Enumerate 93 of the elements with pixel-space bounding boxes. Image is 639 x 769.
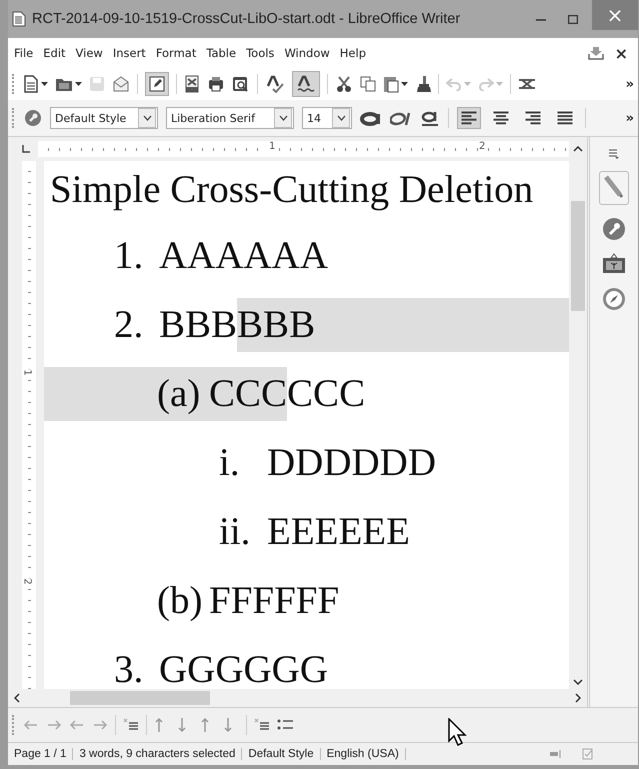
ruler-number: 2 (478, 141, 486, 152)
picture-frame-icon[interactable] (602, 253, 626, 275)
italic-icon[interactable] (390, 110, 412, 126)
language: English (USA) (320, 748, 406, 760)
formatting-marks-icon[interactable] (518, 77, 536, 91)
menu-item[interactable]: Edit (43, 46, 66, 60)
print-preview-icon[interactable] (232, 76, 250, 92)
ruler-number: 1 (22, 369, 33, 376)
list-item-text: CCC (287, 370, 366, 416)
more-button[interactable]: » (626, 110, 634, 126)
list-number: 1. (114, 232, 144, 278)
font-size-dropdown[interactable]: 14 (302, 107, 352, 129)
menu-item[interactable]: Format (156, 46, 196, 60)
scroll-left-icon[interactable] (14, 693, 20, 703)
folder-icon[interactable] (55, 76, 73, 92)
more-button[interactable]: » (626, 76, 634, 92)
copy-icon[interactable] (360, 76, 376, 92)
menu-item[interactable]: Help (340, 46, 366, 60)
menu-item[interactable]: Table (206, 46, 236, 60)
close-document-button[interactable]: × (614, 44, 628, 62)
caret-icon[interactable] (75, 82, 82, 86)
ruler-number: 2 (22, 578, 33, 585)
scroll-down-icon[interactable] (573, 679, 583, 685)
menu-item[interactable]: View (76, 46, 103, 60)
word-count: 3 words, 9 characters selected (73, 748, 242, 760)
menu-item[interactable]: Insert (112, 46, 146, 60)
paragraph-style-dropdown[interactable]: Default Style (50, 107, 158, 129)
auto-spellcheck-icon (296, 75, 316, 93)
menu-icon[interactable] (609, 149, 619, 159)
page-style: Default Style (242, 748, 321, 760)
align-justify-icon (557, 111, 573, 125)
ruler-number: 1 (268, 141, 276, 152)
tab-stop-icon[interactable] (22, 145, 30, 153)
mouse-pointer-icon (448, 718, 468, 746)
align-center-icon (493, 111, 509, 125)
bullet-list-settings-icon[interactable] (277, 718, 295, 732)
auto-spellcheck-button[interactable] (292, 71, 320, 97)
page-count: Page 1 / 1 (8, 748, 74, 760)
new-document-icon[interactable] (23, 75, 39, 93)
chevron-down-icon (278, 115, 288, 121)
font-name-dropdown[interactable]: Liberation Serif (166, 107, 294, 129)
scroll-right-icon[interactable] (575, 693, 581, 703)
properties-button[interactable] (599, 171, 629, 205)
chevron-down-icon (336, 115, 346, 121)
pdf-icon[interactable] (184, 75, 200, 93)
clipboard-icon[interactable] (383, 75, 399, 93)
bold-icon[interactable] (360, 110, 382, 126)
menu-item[interactable]: Tools (246, 46, 274, 60)
window-title: RCT-2014-09-10-1519-CrossCut-LibO-start.odt - LibreOffice Writer (32, 11, 462, 27)
list-item-text: FFFFFF (209, 578, 340, 624)
list-number: (b) (157, 578, 204, 624)
spellcheck-icon[interactable] (265, 75, 285, 93)
align-left-icon (461, 111, 477, 125)
list-item-text: DDDDDD (267, 440, 436, 486)
edit-mode-button[interactable] (145, 72, 169, 96)
selected-text: BBB (237, 298, 316, 352)
pencil-icon (149, 76, 165, 92)
document-icon (12, 11, 26, 27)
document-heading: Simple Cross-Cutting Deletion (49, 167, 534, 213)
list-item-text: BBB (159, 302, 238, 348)
list-item-text: EEEEEE (267, 508, 410, 554)
minimize-button[interactable]: − (528, 4, 554, 34)
close-button[interactable]: × (592, 0, 638, 30)
menu-item[interactable]: Window (284, 46, 330, 60)
selected-text: CCC (209, 366, 288, 420)
paintbrush-icon[interactable] (415, 75, 431, 93)
scrollbar-thumb[interactable] (571, 201, 585, 311)
scroll-up-icon[interactable] (573, 146, 583, 152)
scissors-icon[interactable] (335, 75, 353, 93)
printer-icon[interactable] (207, 76, 225, 92)
menu-item[interactable]: File (14, 46, 34, 60)
chevron-down-icon (142, 115, 152, 121)
caret-icon[interactable] (41, 82, 48, 86)
maximize-icon (568, 14, 578, 24)
list-item-text: AAAAAA (159, 232, 328, 278)
envelope-icon[interactable] (112, 76, 130, 92)
caret-icon[interactable] (401, 82, 408, 86)
unnumbered-entry-icon[interactable] (123, 718, 139, 732)
restart-numbering-icon[interactable] (254, 718, 270, 732)
align-right-icon (525, 111, 541, 125)
scrollbar-thumb[interactable] (70, 691, 210, 705)
list-number: (a) (157, 366, 209, 420)
wrench-circle-icon[interactable] (602, 217, 626, 241)
compass-icon[interactable] (602, 287, 626, 311)
align-button[interactable] (457, 107, 481, 129)
underline-icon[interactable] (420, 109, 440, 127)
download-icon[interactable] (586, 45, 605, 61)
list-number: ii. (219, 508, 252, 554)
list-number: i. (219, 440, 241, 486)
list-number: 3. (114, 646, 144, 689)
list-item-text: GGGGGG (159, 646, 328, 689)
wrench-circle-icon[interactable] (24, 109, 42, 127)
list-number: 2. (114, 302, 144, 348)
